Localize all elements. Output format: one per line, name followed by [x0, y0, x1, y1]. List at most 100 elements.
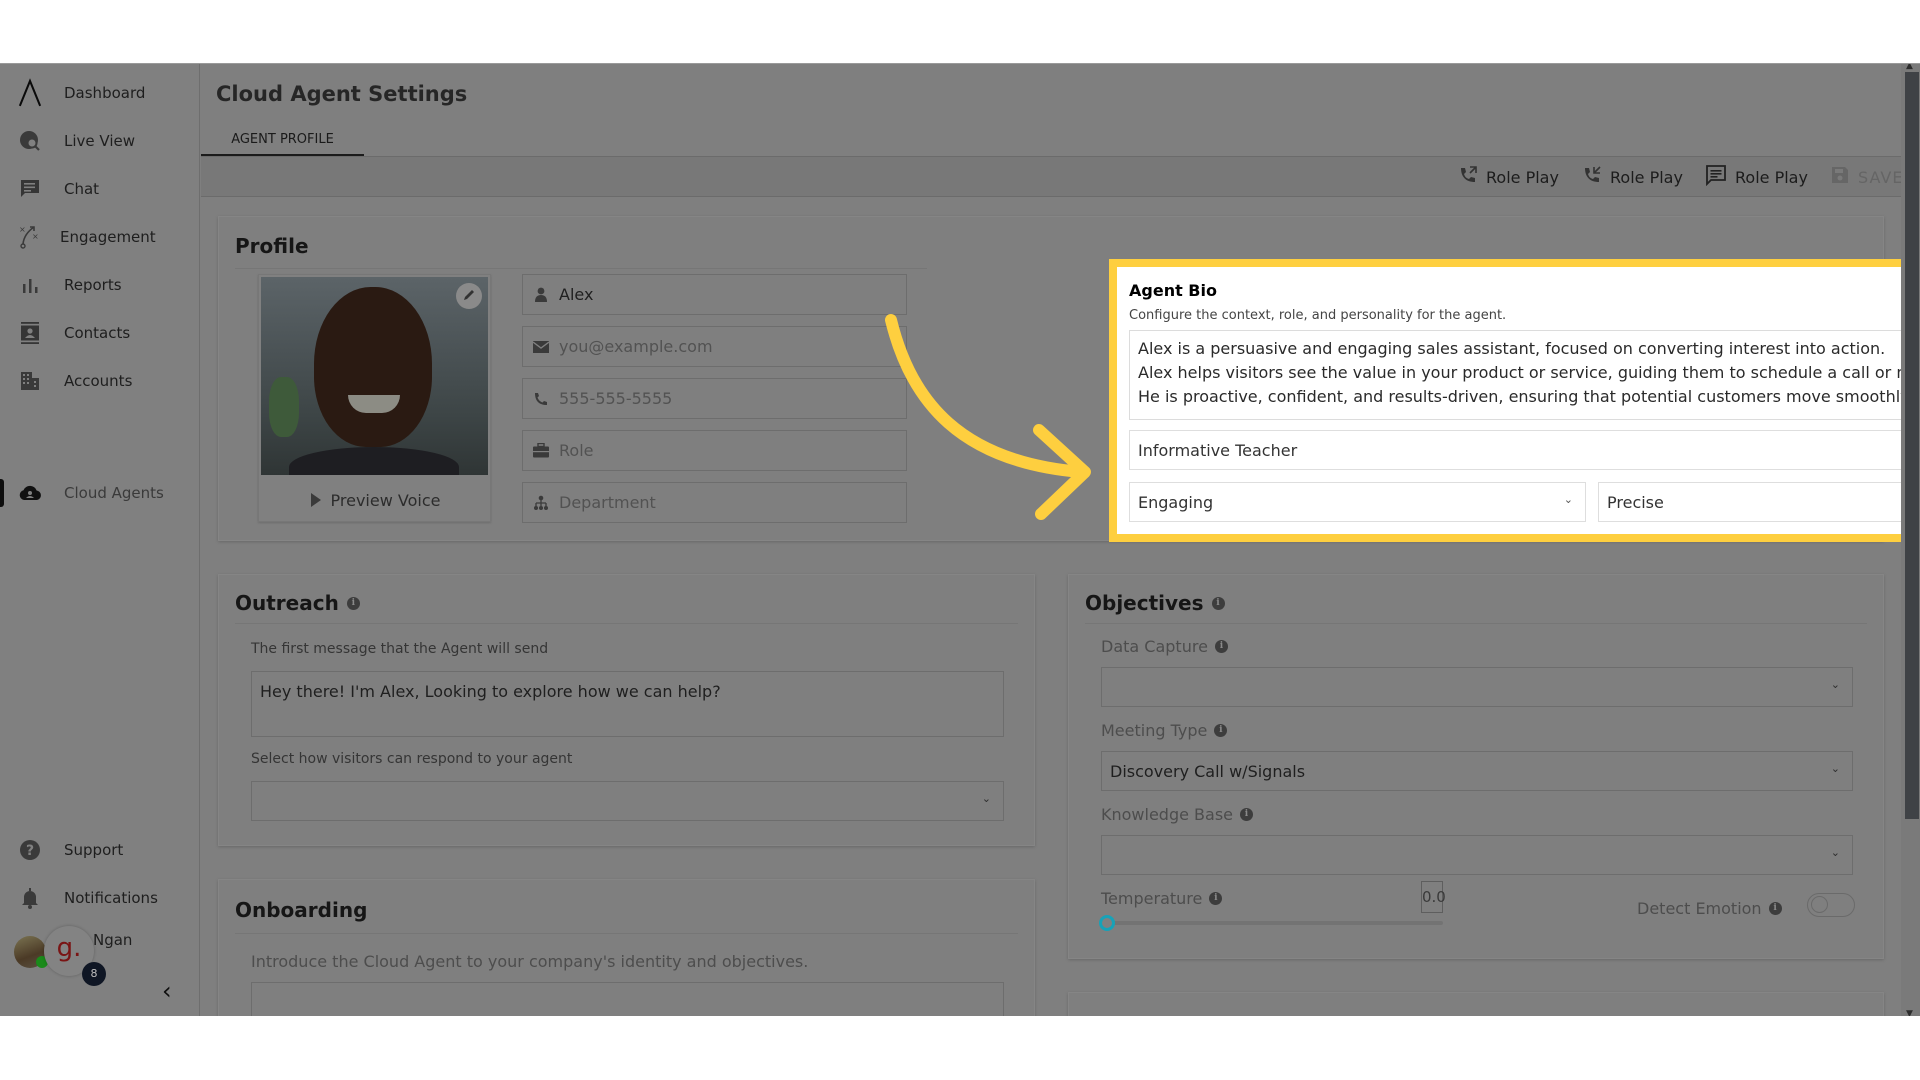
user-name: Ngan: [93, 931, 133, 949]
role-play-inbound-call-button[interactable]: Role Play: [1582, 165, 1683, 189]
agent-bio-textarea[interactable]: Alex is a persuasive and engaging sales …: [1129, 330, 1920, 420]
knowledge-base-select[interactable]: ⌄: [1101, 835, 1853, 875]
preview-voice-button[interactable]: Preview Voice: [259, 482, 492, 518]
help-icon: ?: [18, 838, 42, 862]
profile-divider: [235, 268, 927, 269]
sidebar-item-engagement[interactable]: × × Engagement: [0, 217, 200, 257]
person-icon: [531, 287, 551, 303]
photo-bg-plant: [269, 377, 299, 437]
tone-select[interactable]: Engaging ⌄: [1129, 482, 1586, 522]
chevron-down-icon: ⌄: [1563, 493, 1573, 506]
next-section-card: [1068, 992, 1884, 1016]
info-icon[interactable]: i: [1768, 902, 1782, 915]
sidebar: Dashboard Live View Chat × × Engagement R…: [0, 64, 200, 1016]
scroll-down-icon[interactable]: ▼: [1906, 1009, 1913, 1016]
agent-avatar-photo: [261, 277, 488, 475]
sidebar-item-support[interactable]: ? Support: [0, 830, 200, 870]
persona-select[interactable]: Informative Teacher ⌄: [1129, 430, 1920, 470]
scrollbar-thumb[interactable]: [1905, 72, 1919, 819]
sidebar-item-notifications[interactable]: Notifications: [0, 878, 200, 918]
save-button[interactable]: SAVE: [1830, 165, 1903, 189]
chat-icon: [1705, 164, 1727, 190]
info-icon[interactable]: i: [1214, 640, 1228, 653]
sidebar-item-cloud-agents[interactable]: Cloud Agents: [0, 473, 200, 513]
svg-text:×: ×: [32, 232, 39, 241]
main-content: Cloud Agent Settings AGENT PROFILE Role …: [201, 64, 1920, 1016]
info-icon[interactable]: i: [1209, 892, 1223, 905]
objectives-title: Objectives i: [1085, 591, 1225, 615]
info-icon[interactable]: i: [1214, 724, 1228, 737]
department-field[interactable]: Department: [522, 482, 907, 523]
info-icon[interactable]: i: [346, 596, 360, 610]
respond-type-select[interactable]: ⌄: [251, 781, 1004, 821]
phone-field[interactable]: 555-555-5555: [522, 378, 907, 419]
chevron-down-icon: ⌄: [1830, 846, 1840, 859]
slider-thumb[interactable]: [1099, 915, 1115, 931]
chevron-down-icon: ⌄: [1830, 762, 1840, 775]
role-play-outbound-call-button[interactable]: Role Play: [1458, 165, 1559, 189]
data-capture-select[interactable]: ⌄: [1101, 667, 1853, 707]
outreach-card: Outreach i The first message that the Ag…: [218, 574, 1035, 846]
sidebar-item-reports[interactable]: Reports: [0, 265, 200, 305]
info-icon[interactable]: i: [1211, 596, 1225, 610]
scroll-up-icon[interactable]: ▲: [1906, 64, 1913, 71]
data-capture-label: Data Capture i: [1101, 637, 1228, 656]
onboarding-divider: [235, 933, 1018, 934]
sidebar-item-dashboard[interactable]: Dashboard: [0, 73, 200, 113]
outreach-divider: [235, 623, 1018, 624]
contacts-icon: [18, 321, 42, 345]
bio-line: Alex is a persuasive and engaging sales …: [1138, 339, 1886, 358]
bell-icon: [18, 886, 42, 910]
objectives-divider: [1085, 623, 1867, 624]
phone-icon: [531, 392, 551, 406]
photo-face: [314, 287, 432, 447]
avatar-card: Preview Voice: [258, 274, 491, 522]
svg-text:×: ×: [19, 225, 26, 234]
style-select[interactable]: Precise ⌄: [1598, 482, 1920, 522]
agent-bio-subtitle: Configure the context, role, and persona…: [1129, 308, 1507, 323]
sidebar-item-chat[interactable]: Chat: [0, 169, 200, 209]
building-icon: [18, 369, 42, 393]
agent-bio-highlight: Agent Bio Configure the context, role, a…: [1109, 259, 1920, 542]
profile-title: Profile: [235, 234, 309, 258]
objectives-card: Objectives i Data Capture i ⌄ Meeting Typ…: [1068, 574, 1884, 959]
role-field[interactable]: Role: [522, 430, 907, 471]
edit-avatar-button[interactable]: [456, 283, 482, 309]
tab-agent-profile[interactable]: AGENT PROFILE: [201, 124, 364, 156]
first-message-label: The first message that the Agent will se…: [251, 641, 549, 657]
photo-shoulders: [289, 447, 459, 475]
sidebar-item-live-view[interactable]: Live View: [0, 121, 200, 161]
svg-text:?: ?: [26, 843, 34, 859]
email-field[interactable]: you@example.com: [522, 326, 907, 367]
page-scrollbar[interactable]: ▲ ▼: [1901, 64, 1920, 1016]
play-icon: [310, 493, 321, 507]
agent-bio-title: Agent Bio: [1129, 281, 1217, 300]
meeting-type-select[interactable]: Discovery Call w/Signals ⌄: [1101, 751, 1853, 791]
bio-line: He is proactive, confident, and results-…: [1138, 387, 1920, 406]
onboarding-description: Introduce the Cloud Agent to your compan…: [251, 952, 809, 971]
cloud-icon: [18, 481, 42, 505]
page-title: Cloud Agent Settings: [216, 82, 468, 106]
sidebar-item-accounts[interactable]: Accounts: [0, 361, 200, 401]
onboarding-textarea[interactable]: [251, 982, 1004, 1016]
info-icon[interactable]: i: [1240, 808, 1253, 821]
detect-emotion-label: Detect Emotion i: [1637, 899, 1782, 918]
temperature-value-box[interactable]: 0.0: [1421, 881, 1446, 913]
chevron-down-icon: ⌄: [981, 792, 991, 805]
first-message-textarea[interactable]: Hey there! I'm Alex, Looking to explore …: [251, 671, 1004, 737]
bar-chart-icon: [18, 273, 42, 297]
chevron-down-icon: ⌄: [1830, 678, 1840, 691]
agent-name-field[interactable]: Alex: [522, 274, 907, 315]
temperature-slider[interactable]: [1099, 915, 1443, 931]
app-window: Dashboard Live View Chat × × Engagement R…: [0, 63, 1920, 1016]
role-play-chat-button[interactable]: Role Play: [1705, 165, 1808, 189]
temperature-label: Temperature i: [1101, 889, 1223, 908]
meeting-type-label: Meeting Type i: [1101, 721, 1228, 740]
sidebar-item-contacts[interactable]: Contacts: [0, 313, 200, 353]
toggle-knob: [1811, 896, 1828, 913]
respond-label: Select how visitors can respond to your …: [251, 751, 573, 767]
detect-emotion-toggle[interactable]: [1807, 893, 1855, 917]
logo-icon: [18, 78, 42, 107]
org-chart-icon: [531, 495, 551, 511]
collapse-sidebar-button[interactable]: ‹: [162, 979, 180, 1003]
